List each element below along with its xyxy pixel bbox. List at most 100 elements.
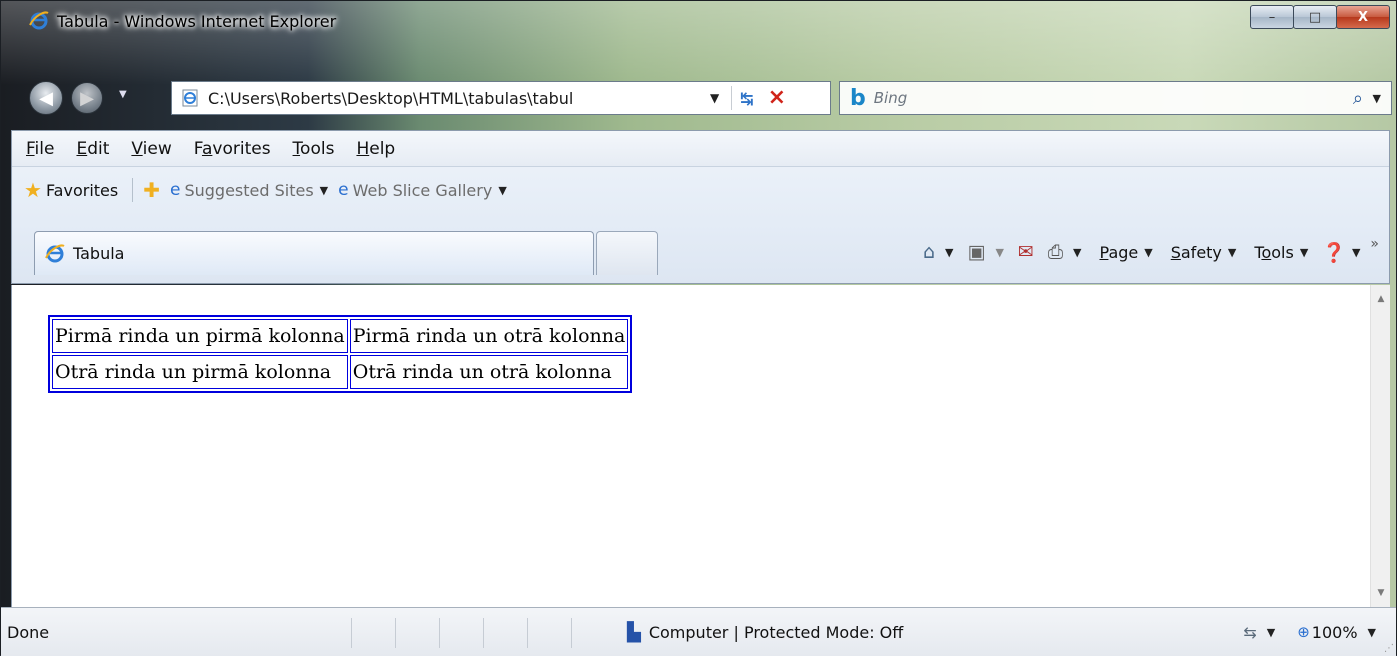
address-input[interactable]: C:\Users\Roberts\Desktop\HTML\tabulas\ta… <box>208 89 698 108</box>
table-cell: Otrā rinda un otrā kolonna <box>349 355 629 389</box>
title-bar: Tabula - Windows Internet Explorer – □ X <box>9 1 1396 35</box>
suggested-sites-dropdown[interactable]: ▼ <box>320 184 328 197</box>
zoom-dropdown[interactable]: ▼ <box>1368 626 1376 639</box>
suggested-sites-link[interactable]: Suggested Sites <box>184 181 313 200</box>
scroll-up-icon[interactable]: ▲ <box>1371 289 1391 309</box>
menu-view[interactable]: View <box>131 139 171 159</box>
forward-arrow-icon: ▶ <box>80 87 94 109</box>
status-dividers <box>351 618 615 648</box>
search-options-dropdown[interactable]: ▼ <box>1373 92 1381 105</box>
safety-menu-rest: afety <box>1180 242 1222 262</box>
status-divider <box>439 618 483 648</box>
menu-favorites-pre: F <box>193 138 202 159</box>
search-input[interactable]: Bing <box>874 89 908 107</box>
tab-bar: Tabula ⌂ ▼ ▣ ▼ ✉ ⎙ ▼ Page ▼ Safety ▼ Too… <box>12 213 1389 279</box>
forward-button[interactable]: ▶ <box>71 82 103 114</box>
close-button[interactable]: X <box>1336 5 1390 29</box>
print-dropdown[interactable]: ▼ <box>1073 246 1081 259</box>
scroll-down-icon[interactable]: ▼ <box>1371 583 1391 603</box>
address-bar[interactable]: C:\Users\Roberts\Desktop\HTML\tabulas\ta… <box>171 81 831 115</box>
add-to-favorites-icon[interactable]: ✚ <box>143 178 160 202</box>
refresh-icon[interactable]: ↹ <box>740 89 753 108</box>
help-dropdown[interactable]: ▼ <box>1352 246 1360 259</box>
menu-favorites[interactable]: Favorites <box>194 139 271 159</box>
minimize-icon: – <box>1268 9 1276 25</box>
favorites-bar: ★ Favorites ✚ e Suggested Sites ▼ e Web … <box>12 168 1389 212</box>
minimize-button[interactable]: – <box>1250 5 1294 29</box>
vertical-scrollbar[interactable]: ▲ ▼ <box>1370 285 1390 607</box>
favorites-divider <box>132 178 134 202</box>
menu-help[interactable]: Help <box>356 139 395 159</box>
menu-edit-rest: dit <box>87 138 110 159</box>
safety-menu-accel: S <box>1170 242 1181 262</box>
feeds-icon[interactable]: ▣ <box>967 241 985 263</box>
menu-file[interactable]: File <box>26 139 54 159</box>
resize-grip-icon[interactable]: ⋰ <box>1384 643 1394 654</box>
menu-tools[interactable]: Tools <box>293 139 335 159</box>
table-row: Pirmā rinda un pirmā kolonna Pirmā rinda… <box>52 319 629 353</box>
tools-menu-accel: o <box>1261 242 1272 262</box>
menu-file-rest: ile <box>34 138 55 159</box>
command-bar: ⌂ ▼ ▣ ▼ ✉ ⎙ ▼ Page ▼ Safety ▼ Tools ▼ ❓ … <box>909 235 1379 269</box>
more-commands-icon[interactable]: » <box>1370 236 1379 252</box>
menu-help-accel: H <box>356 138 370 159</box>
zoom-icon[interactable]: ⊕ <box>1297 623 1310 641</box>
feeds-dropdown[interactable]: ▼ <box>995 246 1003 259</box>
tools-menu[interactable]: Tools <box>1254 243 1293 262</box>
menu-bar: File Edit View Favorites Tools Help <box>12 131 1389 167</box>
search-box[interactable]: b Bing ⌕ ▼ <box>839 81 1392 115</box>
tools-menu-rest: ols <box>1271 242 1294 262</box>
search-icon[interactable]: ⌕ <box>1353 88 1363 109</box>
menu-favorites-rest: vorites <box>212 138 271 159</box>
status-divider <box>571 618 615 648</box>
help-icon[interactable]: ❓ <box>1322 241 1346 264</box>
recent-pages-dropdown[interactable]: ▼ <box>119 89 127 100</box>
web-slice-icon: e <box>338 180 349 200</box>
home-icon[interactable]: ⌂ <box>923 241 935 263</box>
page-menu[interactable]: Page <box>1100 243 1139 262</box>
tab-tabula[interactable]: Tabula <box>34 231 594 275</box>
web-slice-dropdown[interactable]: ▼ <box>498 184 506 197</box>
read-mail-icon[interactable]: ✉ <box>1018 241 1034 263</box>
home-dropdown[interactable]: ▼ <box>945 246 953 259</box>
status-divider <box>395 618 439 648</box>
tab-label: Tabula <box>73 244 125 263</box>
back-button[interactable]: ◀ <box>29 81 63 115</box>
table-cell: Pirmā rinda un otrā kolonna <box>349 319 629 353</box>
print-icon[interactable]: ⎙ <box>1048 241 1063 263</box>
zoom-level[interactable]: 100% <box>1312 623 1358 642</box>
status-divider <box>483 618 527 648</box>
stop-icon[interactable]: × <box>768 87 786 109</box>
close-icon: X <box>1357 9 1369 25</box>
computer-icon: ▙ <box>627 621 641 643</box>
favorites-button[interactable]: Favorites <box>46 181 118 200</box>
suggested-sites-icon: e <box>169 180 181 200</box>
table-row: Otrā rinda un pirmā kolonna Otrā rinda u… <box>52 355 629 389</box>
menu-tools-rest: ools <box>300 138 335 159</box>
security-zone[interactable]: ▙ Computer | Protected Mode: Off <box>627 622 903 643</box>
page-content: Pirmā rinda un pirmā kolonna Pirmā rinda… <box>48 315 633 393</box>
protected-mode-icon[interactable]: ⇆ <box>1243 623 1256 642</box>
maximize-button[interactable]: □ <box>1293 5 1337 29</box>
protected-mode-dropdown[interactable]: ▼ <box>1267 626 1275 639</box>
status-right: ⇆ ▼ ⊕ 100% ▼ <box>1243 623 1376 642</box>
ie-logo-icon <box>45 244 65 262</box>
favorites-star-icon[interactable]: ★ <box>24 178 42 202</box>
address-divider <box>731 86 733 110</box>
menu-edit[interactable]: Edit <box>76 139 109 159</box>
menu-tools-accel: T <box>292 138 301 159</box>
security-zone-text: Computer | Protected Mode: Off <box>648 622 904 642</box>
new-tab-button[interactable] <box>596 231 658 275</box>
ie-logo-icon <box>29 11 49 30</box>
menu-edit-accel: E <box>76 138 88 159</box>
menu-favorites-accel: a <box>201 138 213 159</box>
status-divider <box>351 618 395 648</box>
page-menu-dropdown: ▼ <box>1144 245 1153 259</box>
address-dropdown[interactable]: ▼ <box>710 91 719 105</box>
safety-menu[interactable]: Safety <box>1171 243 1222 262</box>
window-controls: – □ X <box>1250 5 1390 29</box>
page-icon <box>182 89 198 107</box>
status-text: Done <box>7 622 50 642</box>
table-cell: Pirmā rinda un pirmā kolonna <box>52 319 348 353</box>
web-slice-gallery-link[interactable]: Web Slice Gallery <box>353 181 493 200</box>
